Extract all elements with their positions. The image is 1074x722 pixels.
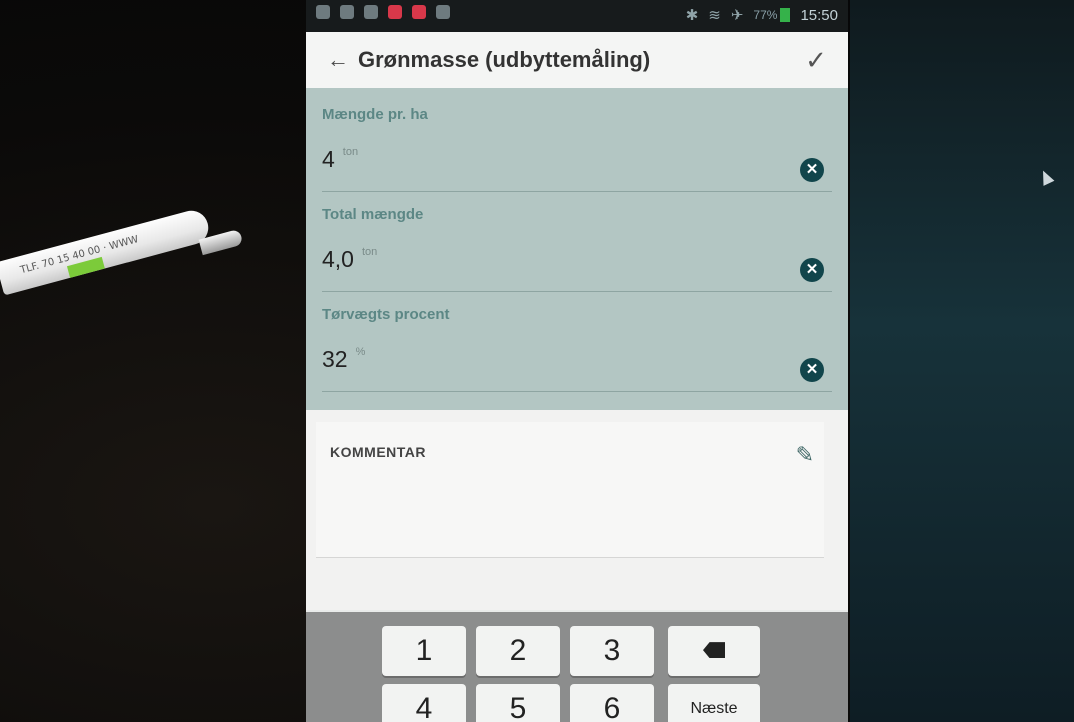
page-title: Grønmasse (udbyttemåling) [358,47,651,72]
comment-section: KOMMENTAR ✎ [306,410,848,610]
field-unit: ton [342,146,359,158]
field-label: Mængde pr. ha [322,106,428,123]
battery: 77% [753,8,791,22]
airplane-icon: ✈ [730,7,744,24]
field-value[interactable]: 32% [322,346,365,373]
app-bar: ← Grønmasse (udbyttemåling) ✓ [306,32,848,88]
backspace-icon [703,642,725,659]
comment-title: KOMMENTAR [330,444,427,460]
field-unit: % [355,346,366,358]
status-bar: ✱ ≋ ✈ 77% 15:50 [306,0,848,32]
status-time: 15:50 [800,6,838,24]
confirm-check-icon[interactable]: ✓ [796,45,836,76]
key-6[interactable]: 6 [570,684,654,722]
clear-icon[interactable]: ✕ [800,258,824,282]
background-glow [850,0,1074,722]
field-value-text: 4,0 [322,246,354,272]
field-value-text: 4 [322,146,335,172]
field-label: Tørvægts procent [322,306,450,323]
notification-icon [436,5,450,19]
notification-icon [340,5,354,19]
battery-icon [780,8,791,22]
field-unit: ton [361,246,378,258]
numeric-keyboard: 1 2 3 4 5 6 Næste [306,612,848,722]
key-2[interactable]: 2 [476,626,560,676]
field-label: Total mængde [322,206,424,223]
next-key[interactable]: Næste [668,684,760,722]
field-torvaegts-procent[interactable]: Tørvægts procent 32% ✕ [322,288,832,392]
key-3[interactable]: 3 [570,626,654,676]
field-value[interactable]: 4,0 ton [322,246,377,273]
field-value[interactable]: 4 ton [322,146,358,173]
edit-pencil-icon[interactable]: ✎ [796,442,814,468]
comment-card[interactable]: KOMMENTAR ✎ [316,422,824,558]
clear-icon[interactable]: ✕ [800,358,824,382]
backspace-key[interactable] [668,626,760,676]
field-value-text: 32 [322,346,348,372]
form-fields: Mængde pr. ha 4 ton ✕ Total mængde 4,0 ton… [306,88,848,410]
wifi-icon: ≋ [708,7,721,24]
notification-icon [316,5,330,19]
notification-icon [388,5,402,19]
field-underline [322,391,832,392]
phone-screen: ✱ ≋ ✈ 77% 15:50 ← Grønmasse (udbyttemåli… [306,0,848,722]
notification-icon [364,5,378,19]
key-5[interactable]: 5 [476,684,560,722]
status-right: ✱ ≋ ✈ 77% 15:50 [685,6,838,25]
notification-icons [316,5,450,19]
pen: TLF. 70 15 40 00 · WWW [0,206,213,296]
key-1[interactable]: 1 [382,626,466,676]
key-4[interactable]: 4 [382,684,466,722]
back-arrow-icon[interactable]: ← [318,47,358,73]
field-maengde-pr-ha[interactable]: Mængde pr. ha 4 ton ✕ [322,88,832,192]
clear-icon[interactable]: ✕ [800,158,824,182]
battery-percent: 77% [753,8,778,22]
field-total-maengde[interactable]: Total mængde 4,0 ton ✕ [322,188,832,292]
notification-icon [412,5,426,19]
bluetooth-icon: ✱ [685,7,699,24]
